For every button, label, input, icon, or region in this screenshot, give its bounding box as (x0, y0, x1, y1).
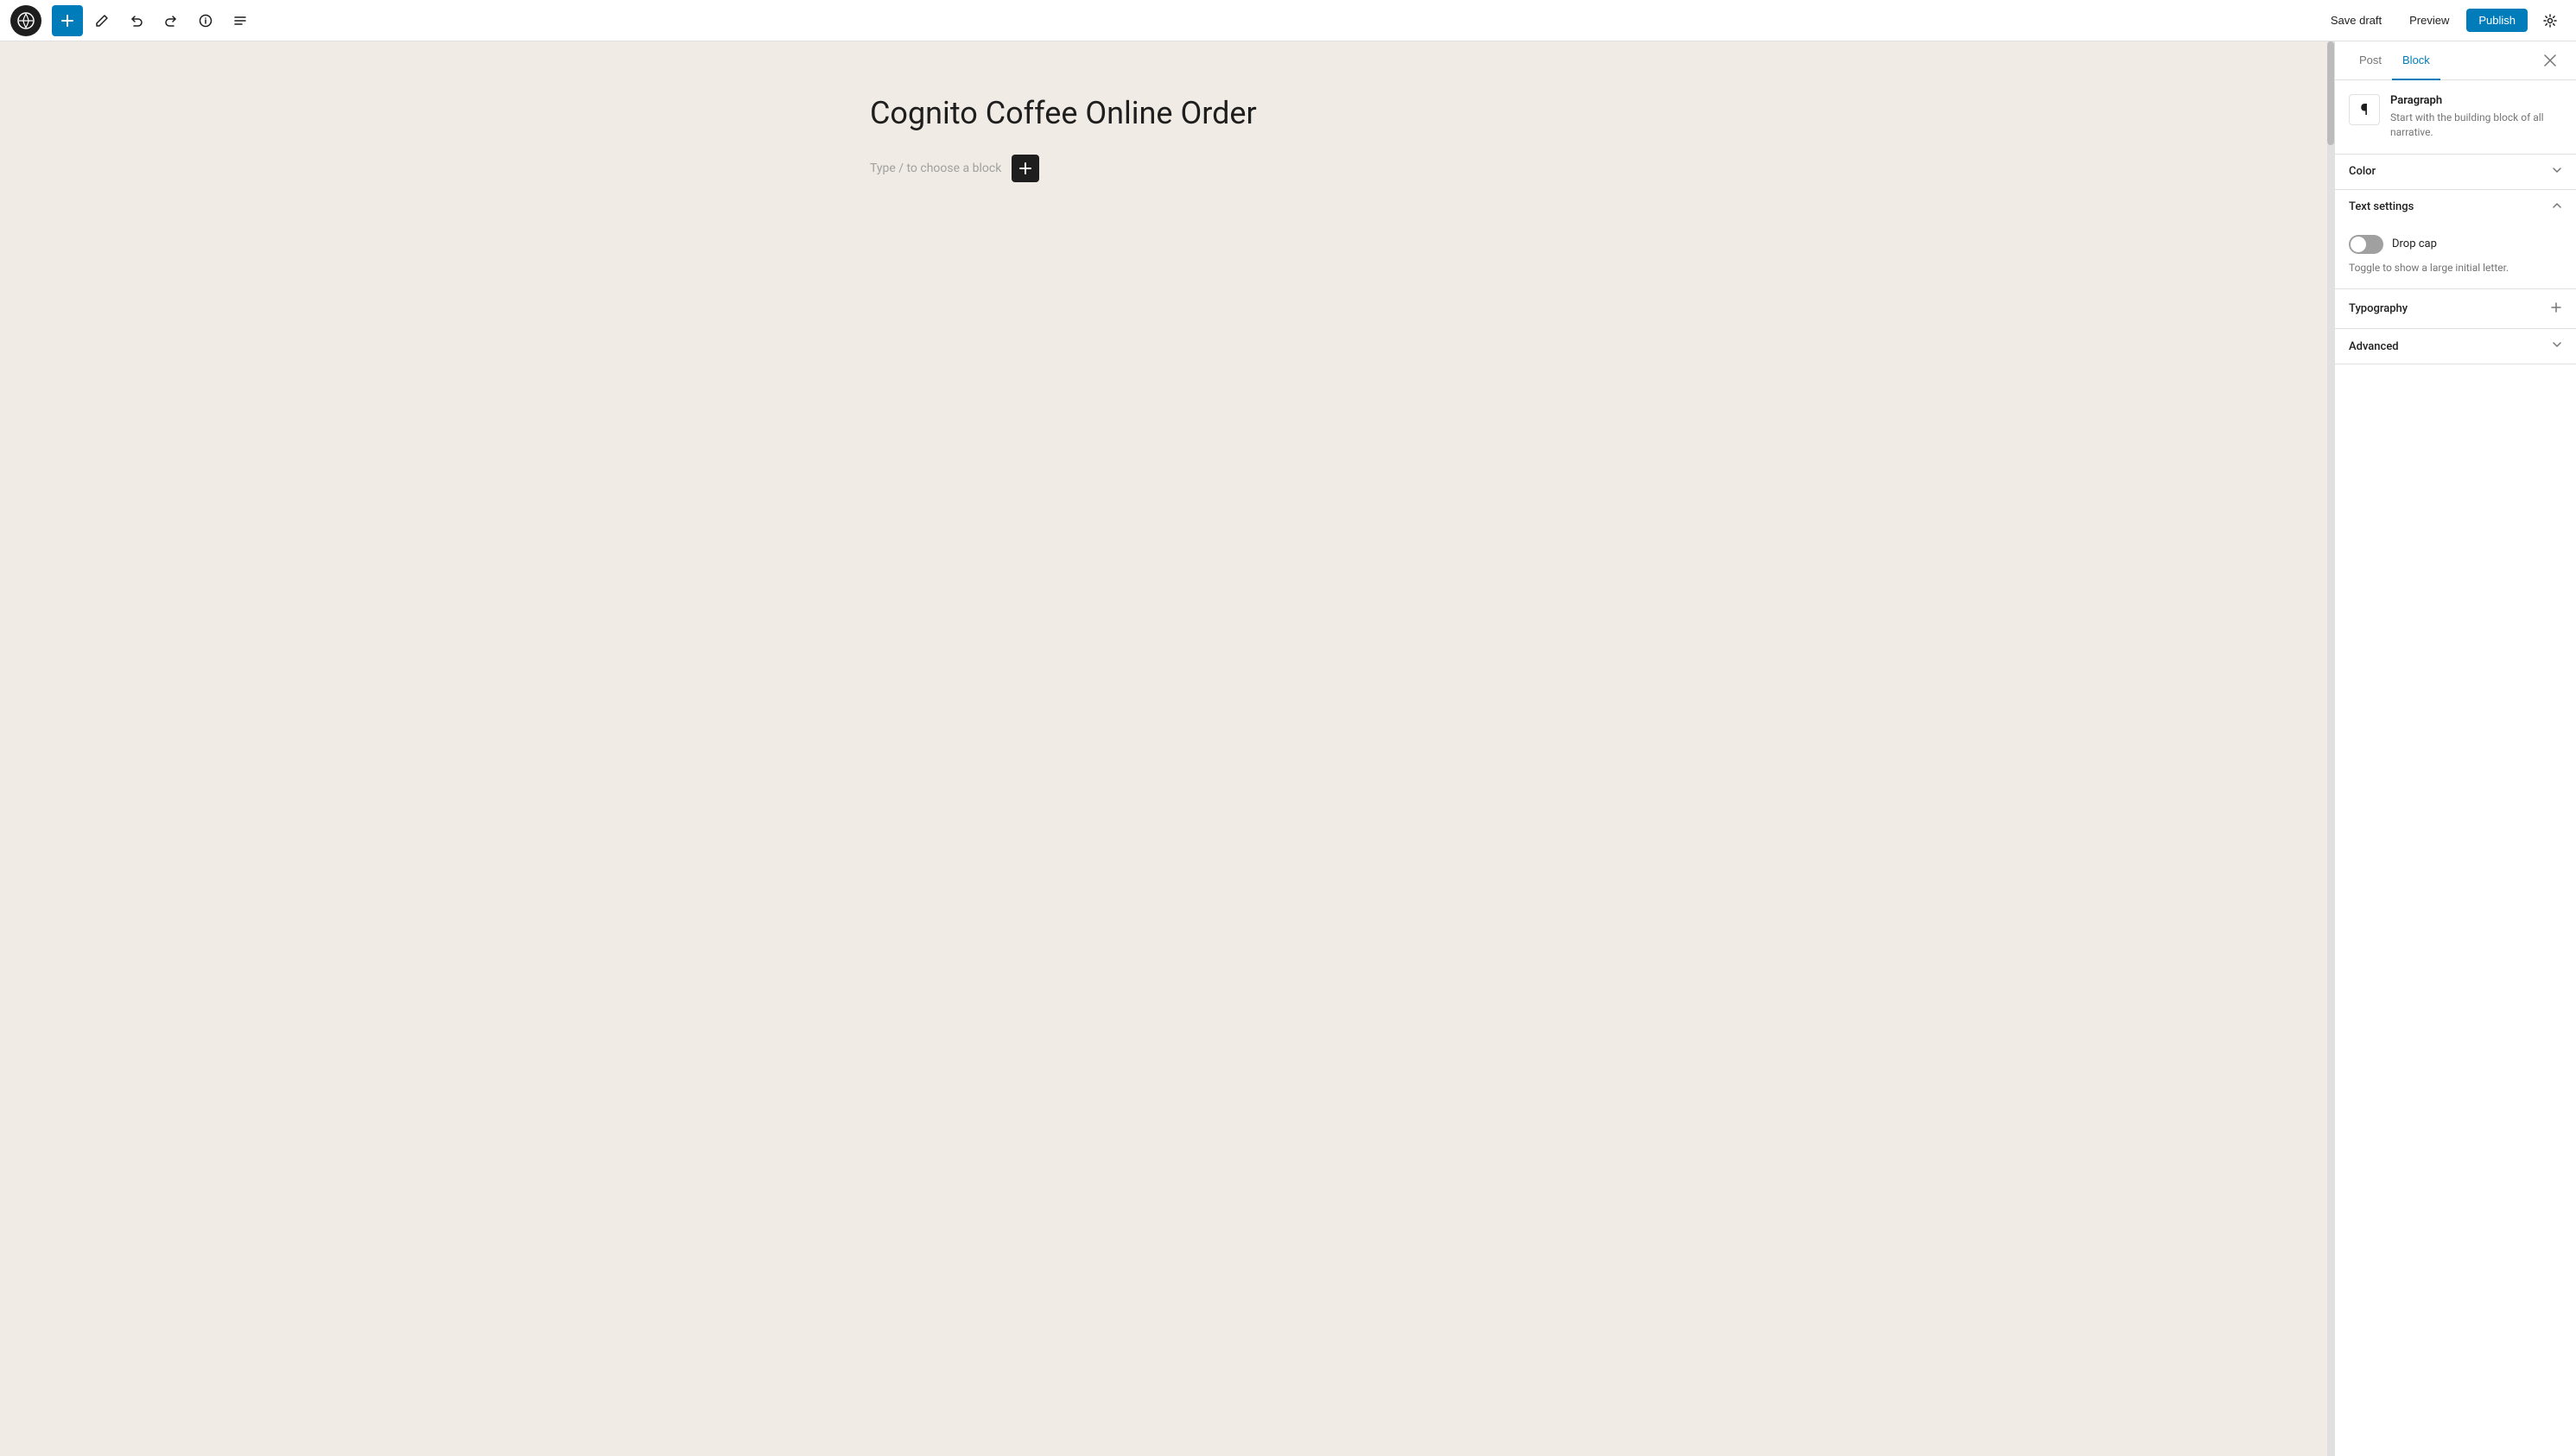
scrollbar-thumb[interactable] (2327, 41, 2334, 145)
save-draft-button[interactable]: Save draft (2320, 9, 2392, 32)
text-settings-content: Drop cap Toggle to show a large initial … (2335, 225, 2576, 289)
typography-panel-header[interactable]: Typography (2335, 289, 2576, 328)
redo-button[interactable] (155, 5, 187, 36)
main-area: Cognito Coffee Online Order Type / to ch… (0, 41, 2576, 1456)
sidebar-tabs: Post Block (2335, 41, 2576, 80)
drop-cap-label: Drop cap (2392, 237, 2437, 250)
drop-cap-toggle[interactable] (2349, 235, 2383, 254)
block-info-description: Start with the building block of all nar… (2390, 111, 2562, 140)
color-panel-title: Color (2349, 165, 2376, 178)
wp-logo-icon (17, 12, 35, 29)
add-block-inline-button[interactable] (1012, 155, 1039, 182)
advanced-panel-header[interactable]: Advanced (2335, 329, 2576, 364)
text-settings-panel-title: Text settings (2349, 200, 2414, 213)
editor-scrollbar[interactable] (2327, 41, 2334, 1456)
plus-icon (61, 15, 73, 27)
add-block-button[interactable] (52, 5, 83, 36)
typography-panel-title: Typography (2349, 302, 2408, 315)
close-icon (2544, 54, 2556, 66)
toolbar-right-actions: Save draft Preview Publish (2320, 5, 2566, 36)
color-chevron-icon (2552, 165, 2562, 179)
info-button[interactable] (190, 5, 221, 36)
editor-content: Cognito Coffee Online Order Type / to ch… (870, 93, 1457, 182)
sidebar-close-button[interactable] (2538, 48, 2562, 73)
info-icon (199, 14, 213, 28)
block-info-text: Paragraph Start with the building block … (2390, 94, 2562, 140)
advanced-panel: Advanced (2335, 329, 2576, 364)
paragraph-block-icon: ¶ (2349, 94, 2380, 125)
redo-icon (164, 14, 178, 28)
block-placeholder-row: Type / to choose a block (870, 155, 1457, 182)
sidebar: Post Block ¶ Paragraph Start with the bu… (2334, 41, 2576, 1456)
typography-plus-icon (2550, 300, 2562, 318)
gear-icon (2543, 14, 2557, 28)
edit-button[interactable] (86, 5, 117, 36)
post-title[interactable]: Cognito Coffee Online Order (870, 93, 1457, 134)
list-view-icon (233, 14, 247, 28)
drop-cap-description: Toggle to show a large initial letter. (2349, 261, 2562, 275)
text-settings-panel: Text settings Drop cap Toggle to show a … (2335, 190, 2576, 290)
block-placeholder-text: Type / to choose a block (870, 161, 1001, 175)
advanced-panel-title: Advanced (2349, 340, 2399, 353)
undo-button[interactable] (121, 5, 152, 36)
tab-block[interactable]: Block (2392, 41, 2440, 80)
drop-cap-row: Drop cap (2349, 235, 2562, 254)
preview-button[interactable]: Preview (2399, 9, 2459, 32)
color-panel: Color (2335, 155, 2576, 190)
pencil-icon (95, 14, 109, 28)
plus-inline-icon (1019, 162, 1031, 174)
color-panel-header[interactable]: Color (2335, 155, 2576, 189)
editor-area[interactable]: Cognito Coffee Online Order Type / to ch… (0, 41, 2327, 1456)
typography-panel: Typography (2335, 289, 2576, 329)
undo-icon (130, 14, 143, 28)
toolbar: Save draft Preview Publish (0, 0, 2576, 41)
tab-post[interactable]: Post (2349, 41, 2392, 80)
list-view-button[interactable] (225, 5, 256, 36)
settings-button[interactable] (2535, 5, 2566, 36)
publish-button[interactable]: Publish (2466, 9, 2528, 32)
text-settings-panel-header[interactable]: Text settings (2335, 190, 2576, 225)
sidebar-tab-group: Post Block (2349, 41, 2440, 79)
advanced-chevron-icon (2552, 339, 2562, 353)
block-info: ¶ Paragraph Start with the building bloc… (2335, 80, 2576, 155)
wp-logo (10, 5, 41, 36)
block-info-title: Paragraph (2390, 94, 2562, 107)
text-settings-chevron-icon (2552, 200, 2562, 214)
